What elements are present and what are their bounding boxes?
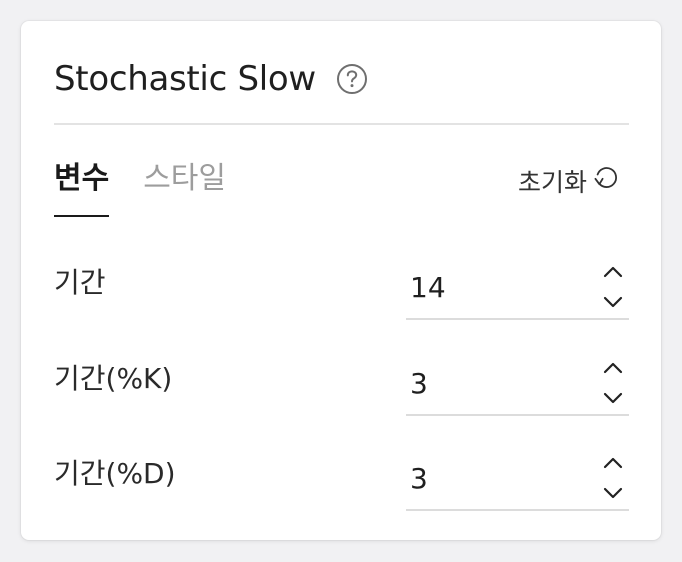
- param-label: 기간(%K): [54, 362, 173, 395]
- stochastic-settings-panel: Stochastic Slow 변수 스타일 초기화 기간 14 기간(%K) …: [21, 21, 661, 540]
- refresh-icon: [591, 163, 621, 199]
- period-d-stepper: [599, 451, 627, 505]
- period-k-field[interactable]: 3: [406, 359, 629, 416]
- period-d-field[interactable]: 3: [406, 454, 629, 511]
- param-label: 기간: [54, 266, 106, 299]
- reset-button[interactable]: 초기화: [518, 163, 621, 199]
- panel-header: Stochastic Slow: [54, 55, 368, 103]
- chevron-down-icon[interactable]: [599, 481, 627, 505]
- param-label: 기간(%D): [54, 457, 176, 490]
- param-row-period-d: 기간(%D) 3: [54, 454, 629, 522]
- period-d-input[interactable]: 3: [410, 459, 428, 499]
- period-field[interactable]: 14: [406, 263, 629, 320]
- tab-variables[interactable]: 변수: [54, 159, 110, 217]
- period-input[interactable]: 14: [410, 268, 446, 308]
- reset-label: 초기화: [517, 168, 587, 197]
- chevron-down-icon[interactable]: [599, 386, 627, 410]
- chevron-up-icon[interactable]: [599, 260, 627, 284]
- chevron-down-icon[interactable]: [599, 290, 627, 314]
- param-row-period-k: 기간(%K) 3: [54, 359, 629, 427]
- period-k-input[interactable]: 3: [410, 364, 428, 404]
- question-circle-icon[interactable]: [336, 63, 368, 95]
- period-stepper: [599, 260, 627, 314]
- panel-title: Stochastic Slow: [54, 59, 316, 99]
- tab-style[interactable]: 스타일: [143, 159, 226, 217]
- chevron-up-icon[interactable]: [599, 356, 627, 380]
- tab-bar: 변수 스타일: [54, 159, 226, 217]
- chevron-up-icon[interactable]: [599, 451, 627, 475]
- period-k-stepper: [599, 356, 627, 410]
- header-divider: [54, 123, 629, 125]
- param-row-period: 기간 14: [54, 263, 629, 331]
